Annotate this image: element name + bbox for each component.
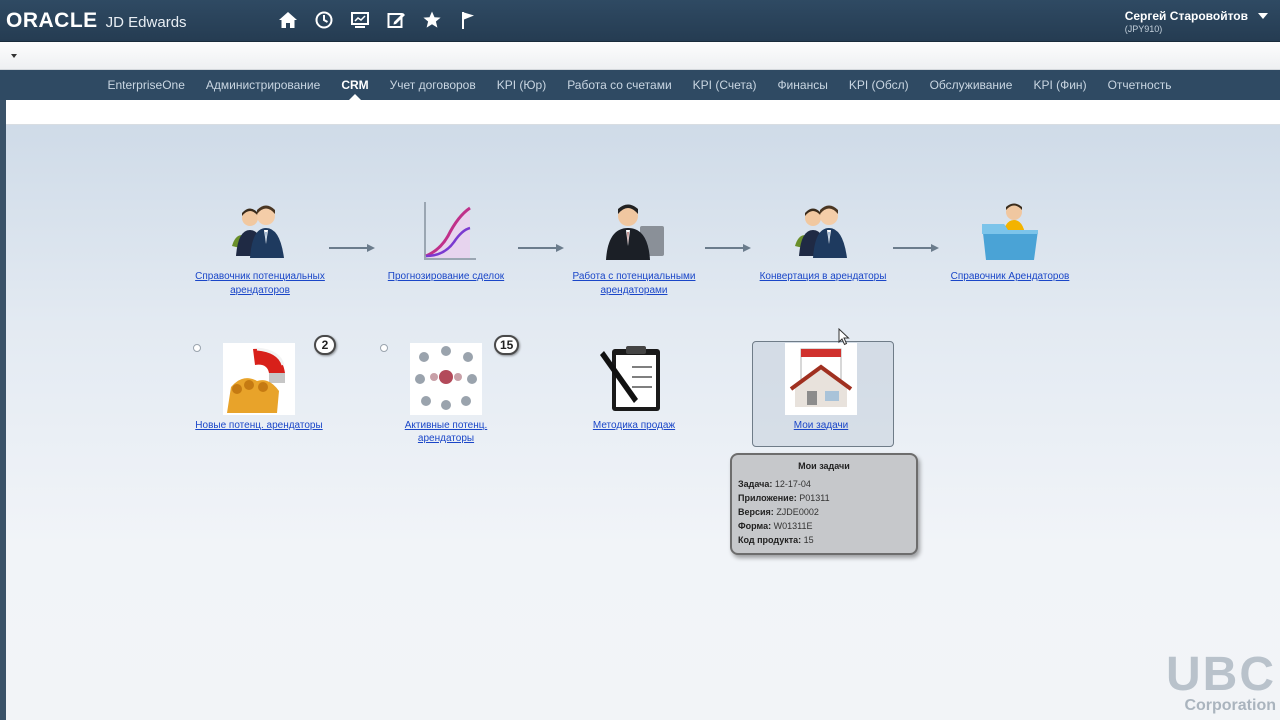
my-tasks-tooltip: Мои задачи Задача: 12-17-04 Приложение: … xyxy=(730,453,918,555)
tooltip-row: Задача: 12-17-04 xyxy=(738,479,811,489)
monitor-icon[interactable] xyxy=(350,10,370,30)
tenant-folder-icon xyxy=(978,200,1042,264)
ubc-watermark-logo: UBC Corporation xyxy=(1166,648,1276,714)
tooltip-row: Код продукта: 15 xyxy=(738,535,814,545)
flow-arrow-2 xyxy=(518,244,564,252)
tile-link[interactable]: Методика продаж xyxy=(568,419,700,432)
nav-tab[interactable]: Работа со счетами xyxy=(557,70,682,100)
magnet-icon xyxy=(223,343,295,415)
tile-link[interactable]: Новые потенц. арендаторы xyxy=(186,419,332,432)
tile-new-prospects[interactable]: Новые потенц. арендаторы xyxy=(186,343,332,432)
oracle-jde-logo[interactable]: ORACLE JD Edwards xyxy=(6,9,187,33)
manager-folder-icon xyxy=(602,200,666,264)
conversion-people-icon xyxy=(791,200,855,264)
user-name: Сергей Старовойтов xyxy=(1124,9,1248,23)
process-node-tenant-directory[interactable]: Справочник Арендаторов xyxy=(942,200,1078,284)
flow-arrow-4 xyxy=(893,244,939,252)
history-icon[interactable] xyxy=(314,10,334,30)
node-link[interactable]: Справочник Арендаторов xyxy=(942,270,1078,284)
node-link[interactable]: Прогнозирование сделок xyxy=(380,270,512,284)
nav-tab[interactable]: Финансы xyxy=(767,70,838,100)
page-subbar xyxy=(6,100,1280,125)
home-icon[interactable] xyxy=(278,10,298,30)
prospects-people-icon xyxy=(228,200,292,264)
user-environment: (JPY910) xyxy=(1124,24,1163,34)
network-people-icon xyxy=(410,343,482,415)
nav-tab[interactable]: EnterpriseOne xyxy=(97,70,195,100)
user-menu-chevron-down-icon[interactable] xyxy=(1258,13,1268,19)
favorites-star-icon[interactable] xyxy=(422,10,442,30)
nav-tab[interactable]: Отчетность xyxy=(1097,70,1182,100)
tile-link[interactable]: Активные потенц. арендаторы xyxy=(376,419,516,445)
process-node-deal-forecasting[interactable]: Прогнозирование сделок xyxy=(380,200,512,284)
top-header-bar: ORACLE JD Edwards Сергей Старовойтов (JP… xyxy=(0,0,1280,42)
tile-count-badge: 2 xyxy=(314,335,336,355)
tile-count-badge: 15 xyxy=(494,335,520,355)
strip-chevron-down-icon[interactable] xyxy=(11,54,17,58)
nav-tab[interactable]: KPI (Юр) xyxy=(486,70,556,100)
tile-my-tasks[interactable]: Мои задачи xyxy=(755,343,887,432)
tasks-calendar-icon xyxy=(785,343,857,415)
node-link[interactable]: Конвертация в арендаторы xyxy=(754,270,892,284)
tooltip-row: Форма: W01311E xyxy=(738,521,813,531)
crm-page-content: Справочник потенциальных арендаторов Про… xyxy=(6,125,1280,720)
user-menu[interactable]: Сергей Старовойтов (JPY910) xyxy=(1125,9,1248,34)
springboard-nav: EnterpriseOne Администрирование CRM Учет до… xyxy=(0,70,1280,100)
node-link[interactable]: Работа с потенциальными арендаторами xyxy=(566,270,702,298)
tile-active-prospects[interactable]: Активные потенц. арендаторы xyxy=(376,343,516,445)
nav-tab[interactable]: Администрирование xyxy=(195,70,330,100)
carousel-strip xyxy=(0,42,1280,70)
process-node-conversion[interactable]: Конвертация в арендаторы xyxy=(754,200,892,284)
edit-icon[interactable] xyxy=(386,10,406,30)
flag-icon[interactable] xyxy=(458,10,478,30)
tooltip-row: Приложение: P01311 xyxy=(738,493,830,503)
logo-oracle-text: ORACLE xyxy=(6,9,98,32)
ubc-logo-text: UBC xyxy=(1166,648,1276,701)
process-node-prospect-directory[interactable]: Справочник потенциальных арендаторов xyxy=(188,200,332,298)
nav-tab[interactable]: KPI (Фин) xyxy=(1023,70,1097,100)
tile-link[interactable]: Мои задачи xyxy=(755,419,887,432)
node-link[interactable]: Справочник потенциальных арендаторов xyxy=(188,270,332,298)
nav-tab[interactable]: Учет договоров xyxy=(379,70,486,100)
tooltip-title: Мои задачи xyxy=(798,461,850,471)
nav-tab[interactable]: Обслуживание xyxy=(919,70,1023,100)
nav-tab[interactable]: KPI (Счета) xyxy=(682,70,767,100)
mouse-pointer-icon xyxy=(838,328,850,346)
process-node-prospect-work[interactable]: Работа с потенциальными арендаторами xyxy=(566,200,702,298)
nav-tabs: EnterpriseOne Администрирование CRM Учет до… xyxy=(97,70,1182,100)
tile-sales-methodology[interactable]: Методика продаж xyxy=(568,343,700,432)
forecast-chart-icon xyxy=(414,200,478,264)
logo-product-text: JD Edwards xyxy=(105,14,187,31)
flow-arrow-3 xyxy=(705,244,751,252)
tooltip-row: Версия: ZJDE0002 xyxy=(738,507,819,517)
nav-tab[interactable]: KPI (Обсл) xyxy=(838,70,919,100)
flow-arrow-1 xyxy=(329,244,375,252)
clipboard-pen-icon xyxy=(598,343,670,415)
toolbar-icons xyxy=(278,10,478,30)
nav-tab[interactable]: CRM xyxy=(331,70,379,100)
